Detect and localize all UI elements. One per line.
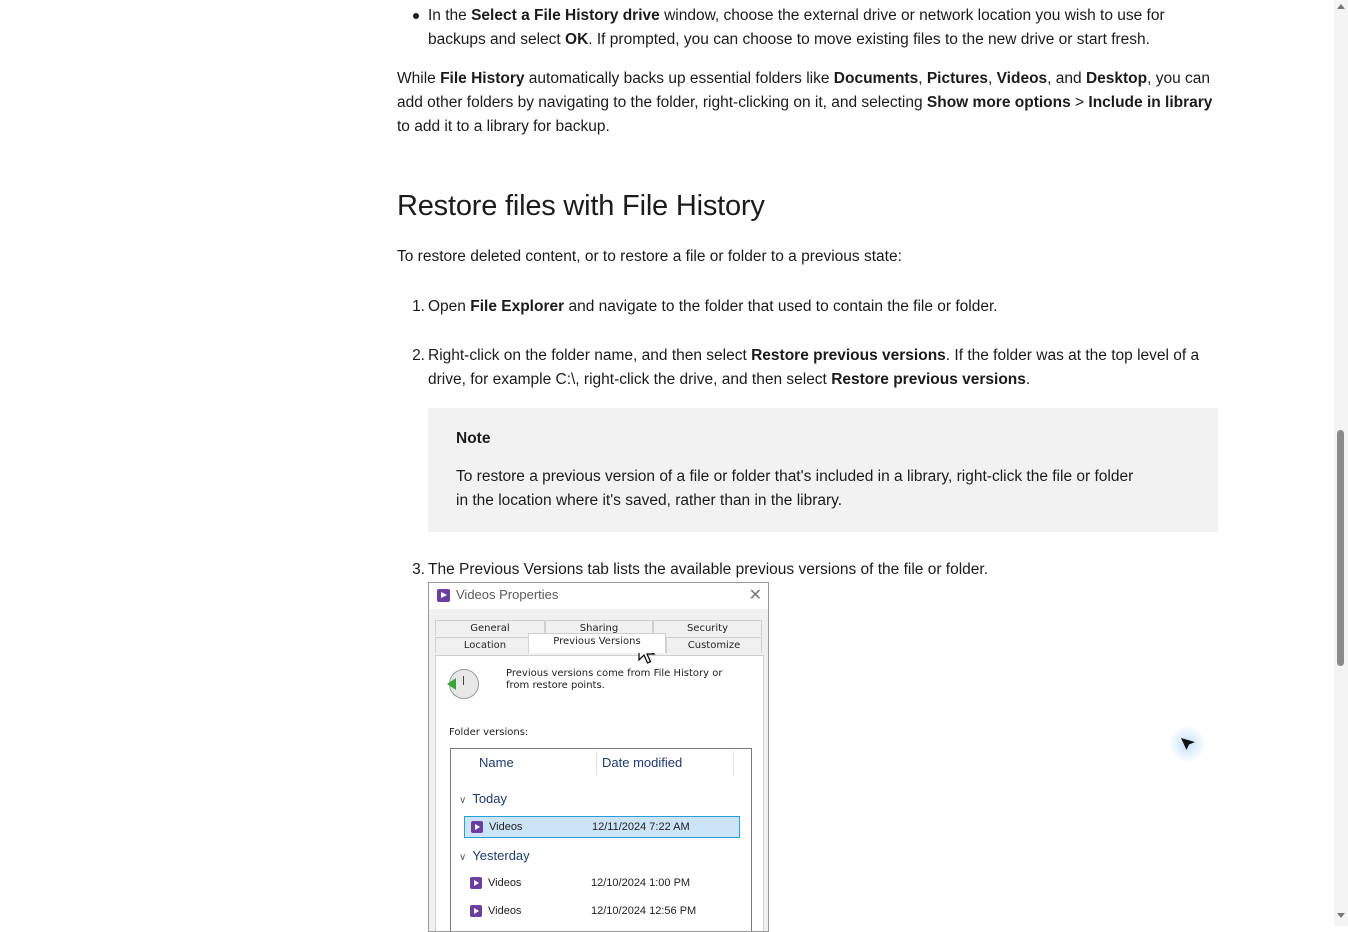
backup-paragraph: While File History automatically backs u… [397, 67, 1219, 139]
column-divider [596, 751, 597, 775]
previous-versions-clock-icon [447, 669, 479, 699]
version-date: 12/11/2024 7:22 AM [592, 821, 690, 833]
version-name: Videos [488, 905, 522, 917]
scrollbar-thumb[interactable] [1337, 430, 1344, 666]
version-date: 12/10/2024 12:56 PM [591, 905, 697, 917]
text: , [988, 70, 997, 87]
text: , and [1047, 70, 1086, 87]
text: Right-click on the folder name, and then… [428, 347, 752, 364]
step-1: 1. Open File Explorer and navigate to th… [412, 295, 1218, 319]
text: > [1070, 94, 1089, 111]
bold-text: Include in library [1088, 94, 1213, 111]
bold-text: Select a File History drive [471, 7, 660, 24]
note-box: Note To restore a previous version of a … [428, 408, 1218, 532]
cursor-highlight-icon [1170, 727, 1204, 761]
scroll-down-arrow-icon[interactable] [1337, 913, 1345, 918]
folder-versions-list: Name Date modified ∨ Today Videos 12/11/2… [450, 748, 752, 931]
column-name: Name [479, 755, 514, 770]
version-row: Videos 12/11/2024 7:22 AM [464, 816, 740, 838]
column-date-modified: Date modified [602, 755, 683, 770]
videos-folder-icon [471, 821, 483, 833]
tab-security: Security [653, 620, 762, 636]
intro-paragraph: To restore deleted content, or to restor… [397, 248, 902, 265]
videos-folder-icon [470, 905, 482, 917]
bold-text: Documents [833, 70, 919, 87]
text: In the [428, 7, 472, 24]
column-divider [733, 751, 734, 775]
version-row: Videos 12/10/2024 12:56 PM [464, 901, 740, 923]
step-2: 2. Right-click on the folder name, and t… [412, 344, 1218, 392]
bold-text: Desktop [1085, 70, 1148, 87]
text: , [918, 70, 927, 87]
scroll-up-arrow-icon[interactable] [1337, 4, 1345, 9]
text: . If prompted, you can choose to move ex… [588, 31, 1150, 48]
step-3: 3. The Previous Versions tab lists the a… [412, 558, 1218, 582]
bold-text: OK [565, 31, 589, 48]
group-label: Yesterday [472, 848, 530, 863]
group-today: ∨ Today [459, 791, 507, 806]
dialog-titlebar: Videos Properties ✕ [429, 583, 768, 609]
bold-text: Restore previous versions [831, 371, 1026, 388]
note-title: Note [456, 430, 491, 447]
step-number: 2. [412, 347, 425, 364]
videos-folder-icon [437, 589, 450, 602]
text: to add it to a library for backup. [397, 118, 610, 135]
text: While [397, 70, 441, 87]
text: and navigate to the folder that used to … [564, 298, 998, 315]
previous-versions-info: Previous versions come from File History… [506, 668, 723, 691]
version-name: Videos [489, 821, 523, 833]
folder-versions-label: Folder versions: [449, 727, 529, 738]
bold-text: Videos [996, 70, 1048, 87]
bold-text: File History [440, 70, 525, 87]
step-number: 3. [412, 561, 425, 578]
close-icon: ✕ [748, 585, 762, 604]
tab-location: Location [435, 637, 535, 653]
tab-previous-versions: Previous Versions [528, 633, 666, 653]
bold-text: Show more options [926, 94, 1071, 111]
version-name: Videos [488, 877, 522, 889]
text: The Previous Versions tab lists the avai… [428, 561, 989, 578]
bullet-icon [413, 13, 419, 19]
mouse-pointer-icon [1181, 738, 1195, 750]
bullet-list-item: In the Select a File History drive windo… [413, 4, 1218, 52]
step-number: 1. [412, 298, 425, 315]
videos-properties-screenshot: Videos Properties ✕ General Sharing Secu… [428, 582, 769, 932]
page-scrollbar[interactable] [1334, 0, 1348, 926]
version-row: Videos 12/10/2024 1:00 PM [464, 873, 740, 895]
section-heading: Restore files with File History [397, 190, 765, 222]
bold-text: Restore previous versions [751, 347, 946, 364]
note-text: To restore a previous version of a file … [456, 468, 1134, 509]
group-label: Today [472, 791, 508, 806]
chevron-down-icon: ∨ [459, 852, 467, 863]
bold-text: File Explorer [470, 298, 565, 315]
videos-folder-icon [470, 877, 482, 889]
text: automatically backs up essential folders… [524, 70, 834, 87]
group-yesterday: ∨ Yesterday [459, 848, 530, 863]
chevron-down-icon: ∨ [459, 795, 467, 806]
bold-text: Pictures [926, 70, 988, 87]
tab-customize: Customize [666, 637, 762, 653]
version-date: 12/10/2024 1:00 PM [591, 877, 691, 889]
text: Open [428, 298, 471, 315]
dialog-title: Videos Properties [456, 587, 559, 602]
text: . [1025, 371, 1031, 388]
